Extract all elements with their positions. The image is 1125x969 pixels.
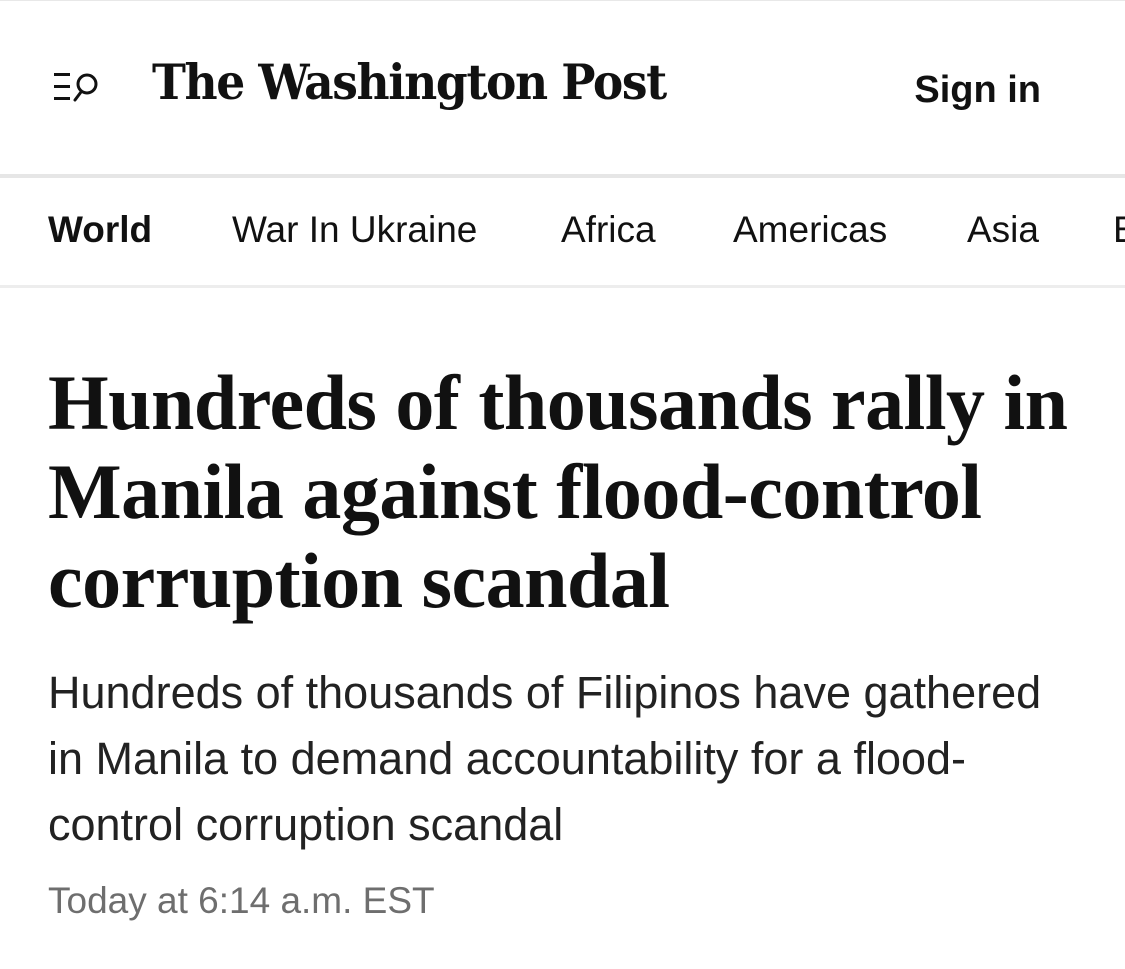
section-nav: World War In Ukraine Africa Americas Asi…: [0, 178, 1125, 285]
nav-divider: [0, 285, 1125, 288]
nav-item-africa[interactable]: Africa: [561, 209, 656, 251]
menu-search-button[interactable]: [50, 67, 106, 111]
nav-item-asia[interactable]: Asia: [967, 209, 1039, 251]
article-timestamp: Today at 6:14 a.m. EST: [48, 880, 435, 921]
nav-item-partial[interactable]: E: [1113, 209, 1125, 251]
sign-in-link[interactable]: Sign in: [914, 69, 1041, 112]
nav-item-world[interactable]: World: [48, 209, 152, 251]
article-headline: Hundreds of thousands rally in Manila ag…: [48, 359, 1068, 624]
article-dek: Hundreds of thousands of Filipinos have …: [48, 667, 1042, 850]
nav-item-war-in-ukraine[interactable]: War In Ukraine: [232, 209, 477, 251]
nav-item-americas[interactable]: Americas: [733, 209, 887, 251]
masthead-logo[interactable]: The Washington Post: [152, 53, 667, 111]
menu-search-icon: [54, 73, 98, 102]
site-header: The Washington Post Sign in: [0, 0, 1125, 176]
